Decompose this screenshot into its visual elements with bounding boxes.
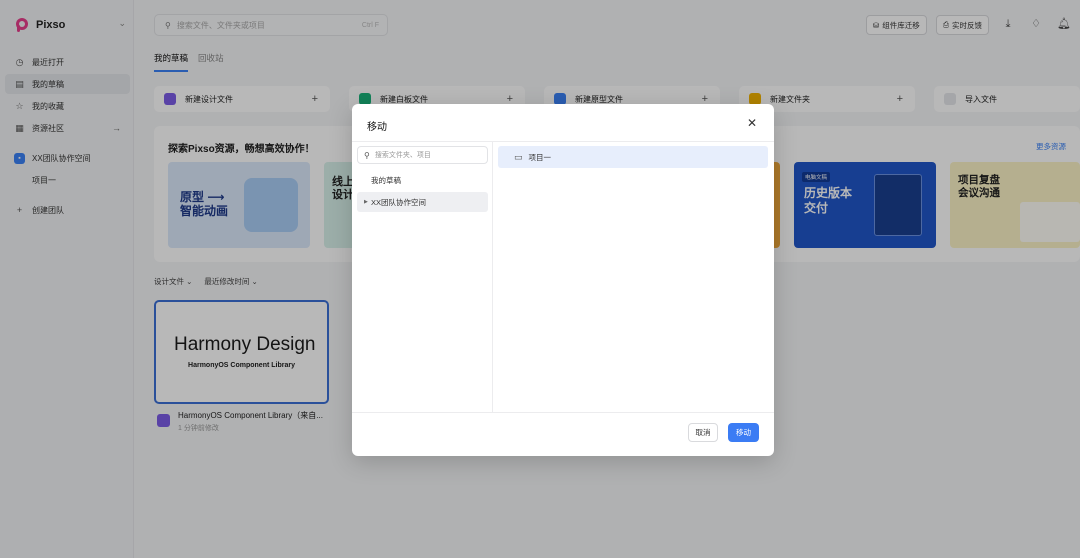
folder-search-input[interactable]: ⚲ 搜索文件夹、项目: [357, 146, 488, 164]
dialog-footer: 取消 移动: [352, 412, 774, 456]
tree-item-label: XX团队协作空间: [371, 197, 427, 207]
tree-item-label: 我的草稿: [371, 175, 401, 185]
search-icon: ⚲: [364, 150, 370, 160]
search-placeholder: 搜索文件夹、项目: [374, 152, 431, 159]
close-icon[interactable]: ✕: [745, 116, 759, 130]
tree-item-drafts[interactable]: 我的草稿: [357, 170, 488, 190]
folder-list-panel: ▭ 项目一: [494, 142, 774, 413]
move-button[interactable]: 移动: [728, 423, 759, 442]
cancel-button[interactable]: 取消: [688, 423, 718, 442]
tree-item-team[interactable]: ▶ XX团队协作空间: [357, 192, 488, 212]
dialog-title: 移动: [367, 122, 387, 133]
folder-label: 项目一: [528, 152, 552, 162]
dialog-header: 移动 ✕: [352, 104, 774, 142]
move-dialog: 移动 ✕ ⚲ 搜索文件夹、项目 我的草稿 ▶ XX团队协作空间 ▭ 项目一 取消…: [352, 104, 774, 456]
folder-icon: ▭: [514, 151, 523, 162]
caret-right-icon[interactable]: ▶: [364, 199, 368, 205]
folder-tree-panel: ⚲ 搜索文件夹、项目 我的草稿 ▶ XX团队协作空间: [352, 142, 493, 413]
folder-row-project[interactable]: ▭ 项目一: [498, 146, 768, 168]
